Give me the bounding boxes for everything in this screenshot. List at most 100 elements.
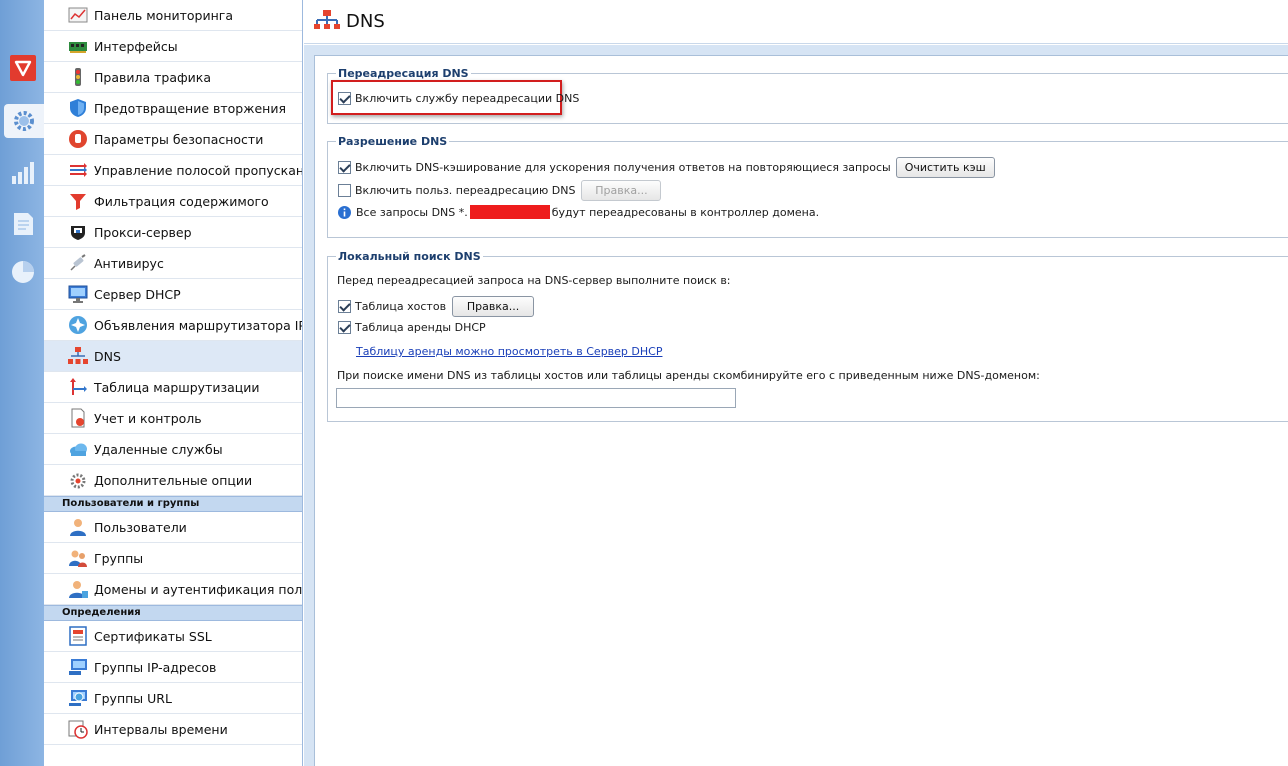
enable-forwarding-label: Включить службу переадресации DNS — [355, 92, 580, 105]
nav-item[interactable]: Сервер DHCP — [44, 279, 302, 310]
nav-item[interactable]: Фильтрация содержимого — [44, 186, 302, 217]
bar-chart-icon[interactable] — [10, 160, 36, 186]
section-header-users: Пользователи и группы — [44, 496, 302, 512]
nav-item[interactable]: Дополнительные опции — [44, 465, 302, 496]
nav-item-label: Фильтрация содержимого — [94, 193, 269, 209]
nav-item[interactable]: Группы — [44, 543, 302, 574]
settings-panel: Переадресация DNS Включить службу переад… — [314, 55, 1288, 766]
dns-network-icon — [314, 9, 340, 34]
nav-item[interactable]: Объявления маршрутизатора IPv6 — [44, 310, 302, 341]
nav-item[interactable]: DNS — [44, 341, 302, 372]
dhcp-monitor-icon — [68, 284, 88, 304]
nav-item[interactable]: Управление полосой пропускания и — [44, 155, 302, 186]
dhcp-lease-link[interactable]: Таблицу аренды можно просмотреть в Серве… — [356, 345, 662, 358]
report-document-icon[interactable] — [10, 211, 36, 237]
users-group-icon — [68, 548, 88, 568]
page-title: DNS — [346, 11, 385, 32]
nav-item-label: Правила трафика — [94, 69, 212, 85]
nav-item[interactable]: Интерфейсы — [44, 31, 302, 62]
nav-item-label: Таблица маршрутизации — [94, 379, 260, 395]
nav-item[interactable]: Предотвращение вторжения — [44, 93, 302, 124]
dns-cache-checkbox[interactable] — [338, 161, 351, 174]
nav-item-label: Группы IP-адресов — [94, 659, 217, 675]
nav-item-label: Объявления маршрутизатора IPv6 — [94, 317, 302, 333]
nav-item-label: Интервалы времени — [94, 721, 228, 737]
stop-hand-icon — [68, 129, 88, 149]
info-icon — [338, 205, 351, 219]
traffic-light-icon — [68, 67, 88, 87]
network-card-icon — [68, 36, 88, 56]
custom-forwarding-checkbox[interactable] — [338, 184, 351, 197]
nav-item[interactable]: Учет и контроль — [44, 403, 302, 434]
nav-item-label: Параметры безопасности — [94, 131, 264, 147]
nav-item-label: Предотвращение вторжения — [94, 100, 286, 116]
antivirus-syringe-icon — [68, 253, 88, 273]
clock-icon — [68, 719, 88, 739]
proxy-icon — [68, 222, 88, 242]
settings-gear-icon[interactable] — [4, 104, 44, 138]
gear-tools-icon — [68, 470, 88, 490]
enable-forwarding-checkbox[interactable] — [338, 92, 351, 105]
nav-item-label: Прокси-сервер — [94, 224, 192, 240]
dns-domain-input[interactable] — [336, 388, 736, 408]
dns-network-icon — [68, 346, 88, 366]
nav-item[interactable]: Домены и аутентификация пользова — [44, 574, 302, 605]
nav-item-label: Учет и контроль — [94, 410, 202, 426]
shield-logo-icon[interactable] — [10, 55, 36, 81]
hosts-table-checkbox[interactable] — [338, 300, 351, 313]
nav-item[interactable]: Прокси-сервер — [44, 217, 302, 248]
accounting-document-icon — [68, 408, 88, 428]
custom-forwarding-label: Включить польз. переадресацию DNS — [355, 184, 576, 197]
hosts-edit-button[interactable]: Правка... — [452, 296, 535, 317]
dns-cache-row: Включить DNS-кэширование для ускорения п… — [338, 157, 995, 178]
nav-item-label: Сервер DHCP — [94, 286, 181, 302]
nav-item[interactable]: Панель мониторинга — [44, 0, 302, 31]
nav-item[interactable]: Правила трафика — [44, 62, 302, 93]
pie-chart-icon[interactable] — [10, 259, 36, 285]
filter-funnel-icon — [68, 191, 88, 211]
dhcp-lease-row: Таблица аренды DHCP — [338, 321, 486, 334]
routing-arrows-icon — [68, 377, 88, 397]
enable-forwarding-row[interactable]: Включить службу переадресации DNS — [338, 92, 579, 105]
custom-forwarding-edit-button[interactable]: Правка... — [581, 180, 662, 201]
user-icon — [68, 517, 88, 537]
page-header: DNS — [304, 0, 1288, 44]
bandwidth-arrows-icon — [68, 160, 88, 180]
nav-item[interactable]: Группы IP-адресов — [44, 652, 302, 683]
info-suffix-text: будут переадресованы в контроллер домена… — [551, 205, 820, 219]
nav-item-label: Сертификаты SSL — [94, 628, 212, 644]
domain-info-row: Все запросы DNS *. будут переадресованы … — [338, 205, 819, 219]
nav-item-label: Домены и аутентификация пользова — [94, 581, 302, 597]
nav-item[interactable]: Параметры безопасности — [44, 124, 302, 155]
dhcp-lease-label: Таблица аренды DHCP — [355, 321, 486, 334]
nav-item[interactable]: Пользователи — [44, 512, 302, 543]
nav-item[interactable]: Антивирус — [44, 248, 302, 279]
dns-forwarding-legend: Переадресация DNS — [338, 67, 469, 80]
nav-item-label: Группы — [94, 550, 144, 566]
custom-forwarding-row: Включить польз. переадресацию DNS Правка… — [338, 180, 662, 201]
nav-item-label: Группы URL — [94, 690, 172, 706]
cloud-icon — [68, 439, 88, 459]
hosts-table-label: Таблица хостов — [355, 300, 447, 313]
content-area: Переадресация DNS Включить службу переад… — [304, 45, 1288, 766]
section-header-definitions: Определения — [44, 605, 302, 621]
clear-cache-button[interactable]: Очистить кэш — [895, 157, 995, 178]
hosts-table-row: Таблица хостов Правка... — [338, 296, 535, 317]
nav-item[interactable]: Сертификаты SSL — [44, 621, 302, 652]
nav-item-label: Антивирус — [94, 255, 164, 271]
ipv6-router-icon — [68, 315, 88, 335]
navigation-panel: Панель мониторинга Интерфейсы Правила траф… — [44, 0, 303, 766]
nav-item-label: Пользователи — [94, 519, 187, 535]
dhcp-lease-checkbox[interactable] — [338, 321, 351, 334]
nav-item[interactable]: Удаленные службы — [44, 434, 302, 465]
redacted-domain — [469, 205, 550, 219]
dns-resolution-legend: Разрешение DNS — [338, 135, 448, 148]
local-lookup-intro: Перед переадресацией запроса на DNS-серв… — [337, 274, 731, 287]
nav-item[interactable]: Таблица маршрутизации — [44, 372, 302, 403]
domain-prompt: При поиске имени DNS из таблицы хостов и… — [337, 369, 1040, 382]
nav-item[interactable]: Группы URL — [44, 683, 302, 714]
monitoring-chart-icon — [68, 5, 88, 25]
domain-user-icon — [68, 579, 88, 599]
info-prefix-text: Все запросы DNS *. — [356, 205, 468, 219]
nav-item[interactable]: Интервалы времени — [44, 714, 302, 745]
